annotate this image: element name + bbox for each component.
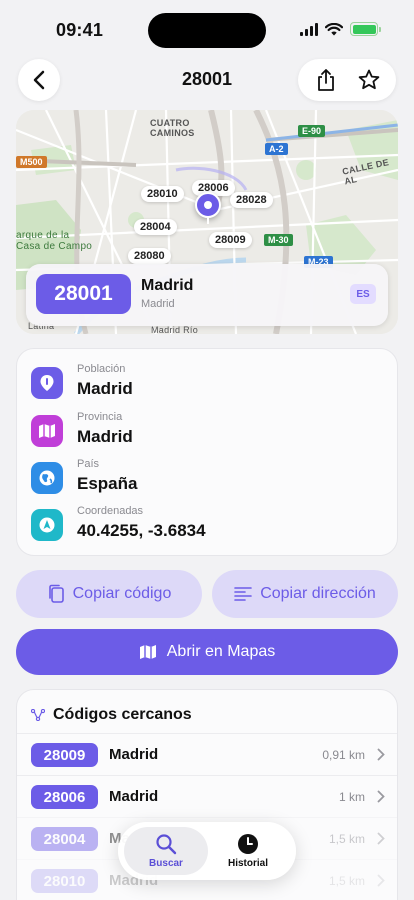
share-icon [317,69,334,91]
map-postal-pin[interactable]: 28028 [230,192,273,208]
map-postal-pin[interactable]: 28004 [134,219,177,235]
map-postal-pin[interactable]: 28009 [209,232,252,248]
copy-document-icon [48,584,64,603]
nearby-code-badge: 28004 [31,827,98,851]
info-value: Madrid [77,379,133,398]
nearby-code-badge: 28006 [31,785,98,809]
status-bar: 09:41 [0,0,414,56]
copy-address-label: Copiar dirección [260,585,376,602]
info-value: Madrid [77,427,133,446]
nearby-code-badge: 28010 [31,869,98,893]
nearby-code-badge: 28009 [31,743,98,767]
map-postal-pin[interactable]: 28010 [141,186,184,202]
copy-address-button[interactable]: Copiar dirección [212,570,398,618]
text-align-icon [234,587,252,601]
chevron-right-icon [377,748,385,761]
info-row-poblacion: Población Madrid [31,361,371,405]
map-park-label: arque de la Casa de Campo [16,230,93,252]
nearby-item[interactable]: 28009 Madrid 0,91 km [17,733,397,775]
info-row-pais: País España [31,456,371,500]
copy-code-label: Copiar código [72,585,172,602]
nearby-distance: 1 km [338,790,365,804]
map-district-label: CUATRO CAMINOS [150,118,195,138]
location-pin-icon [31,367,63,399]
map-icon [139,645,156,659]
location-city: Madrid [141,277,194,294]
tab-bar: Buscar Historial [118,822,296,880]
status-icons [300,22,381,36]
info-row-coordenadas: Coordenadas 40.4255, -3.6834 [31,503,371,547]
nearby-distance: 0,91 km [322,748,365,762]
location-info-card: Población Madrid Provincia Madrid País E… [16,348,398,556]
open-maps-button[interactable]: Abrir en Mapas [16,629,398,675]
info-label: País [77,458,100,470]
tab-label: Historial [227,858,268,869]
back-button[interactable] [18,59,60,101]
map-postal-pin[interactable]: 28080 [128,248,171,264]
search-icon [156,834,177,855]
map-location-card[interactable]: 28001 Madrid Madrid ES [26,264,388,326]
road-sign-a2: A-2 [265,143,288,155]
road-sign-m500: M500 [16,156,47,168]
globe-icon [31,462,63,494]
share-button[interactable] [306,60,346,100]
nearby-city: Madrid [109,746,159,763]
favorite-button[interactable] [349,60,389,100]
wifi-icon [325,22,343,35]
chevron-right-icon [377,790,385,803]
map-icon [31,415,63,447]
info-label: Población [77,363,126,375]
chevron-right-icon [377,832,385,845]
chevron-right-icon [377,874,385,887]
info-row-provincia: Provincia Madrid [31,409,371,453]
location-pin-icon [195,192,221,224]
copy-code-button[interactable]: Copiar código [16,570,202,618]
nav-actions [298,59,396,101]
chevron-left-icon [33,70,45,90]
tab-buscar[interactable]: Buscar [124,827,208,875]
star-icon [358,69,379,90]
info-value: 40.4255, -3.6834 [77,521,206,540]
dynamic-island [148,13,266,48]
location-province: Madrid [141,298,175,310]
open-maps-label: Abrir en Mapas [166,643,276,660]
clock-icon [238,834,258,854]
info-value: España [77,474,138,493]
battery-icon [350,22,381,36]
nearby-network-icon [31,709,45,721]
map-madrid-rio-label: Madrid Río [151,325,199,334]
cellular-signal-icon [300,22,318,36]
nearby-item[interactable]: 28006 Madrid 1 km [17,775,397,817]
info-label: Coordenadas [77,505,144,517]
nearby-city: Madrid [109,788,159,805]
tab-historial[interactable]: Historial [206,827,290,875]
navigation-icon [31,509,63,541]
postal-code-badge: 28001 [36,274,131,314]
nearby-distance: 1,5 km [328,874,365,888]
info-label: Provincia [77,411,123,423]
road-sign-m30: M-30 [264,234,293,246]
nearby-title: Códigos cercanos [53,706,192,723]
status-time: 09:41 [56,20,104,40]
road-sign-e90: E-90 [298,125,326,137]
tab-label: Buscar [149,858,183,869]
country-badge: ES [350,284,376,304]
map-view[interactable]: M500 A-2 E-90 M-30 M-23 CUATRO CAMINOS CA… [16,110,398,334]
nearby-distance: 1,5 km [328,832,365,846]
